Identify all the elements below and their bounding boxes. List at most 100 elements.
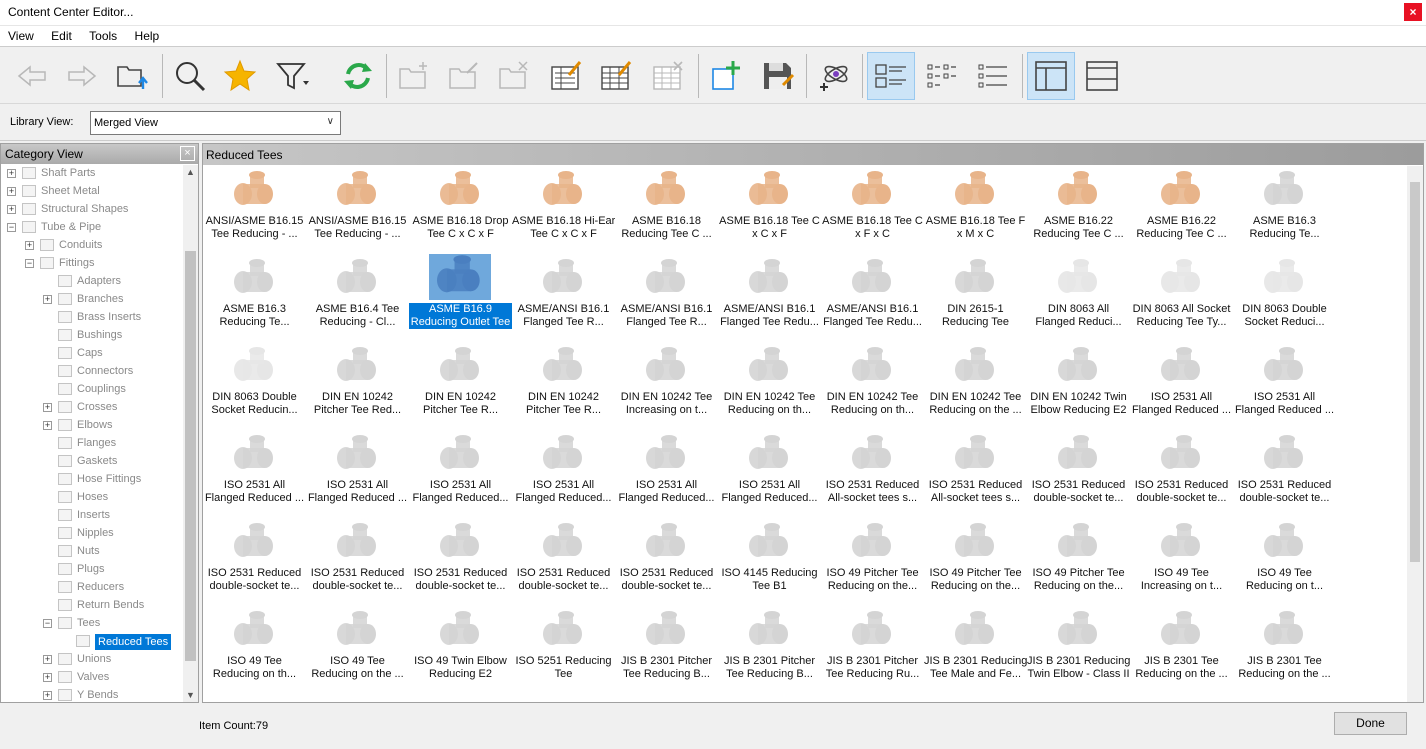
up-folder-button[interactable] <box>108 52 156 100</box>
family-item[interactable]: ASME B16.18 Reducing Tee C ... <box>615 166 718 254</box>
family-item[interactable]: ISO 2531 All Flanged Reduced... <box>718 430 821 518</box>
expand-icon[interactable]: + <box>43 691 52 700</box>
family-item[interactable]: ISO 2531 Reduced double-socket te... <box>1130 430 1233 518</box>
expand-icon[interactable]: + <box>7 205 16 214</box>
filter-button[interactable] <box>268 52 316 100</box>
tree-item[interactable]: Hose Fittings <box>1 471 183 489</box>
tree-item[interactable]: Connectors <box>1 363 183 381</box>
scroll-down-icon[interactable]: ▼ <box>183 690 198 700</box>
tree-item[interactable]: Brass Inserts <box>1 309 183 327</box>
family-item[interactable]: JIS B 2301 Pitcher Tee Reducing B... <box>615 606 718 694</box>
family-item[interactable]: DIN EN 10242 Tee Reducing on the ... <box>924 342 1027 430</box>
tree-item[interactable]: + Sheet Metal <box>1 183 183 201</box>
favorites-button[interactable] <box>216 52 264 100</box>
library-view-select[interactable]: Merged View ∨ <box>90 111 341 135</box>
tree-item[interactable]: + Unions <box>1 651 183 669</box>
family-item[interactable]: DIN 8063 Double Socket Reduci... <box>1233 254 1336 342</box>
family-item[interactable]: ISO 2531 Reduced double-socket te... <box>615 518 718 606</box>
menu-edit[interactable]: Edit <box>43 26 72 43</box>
tree-item[interactable]: − Tees <box>1 615 183 633</box>
family-item[interactable]: ASME B16.22 Reducing Tee C ... <box>1027 166 1130 254</box>
tree-item[interactable]: Flanges <box>1 435 183 453</box>
tree-item[interactable]: Reduced Tees <box>1 633 183 651</box>
family-item[interactable]: ASME B16.3 Reducing Te... <box>1233 166 1336 254</box>
expand-icon[interactable]: + <box>43 421 52 430</box>
expand-icon[interactable]: + <box>25 241 34 250</box>
family-item[interactable]: JIS B 2301 Tee Reducing on the ... <box>1130 606 1233 694</box>
search-button[interactable] <box>166 52 214 100</box>
family-item[interactable]: ISO 2531 Reduced double-socket te... <box>306 518 409 606</box>
tree-item[interactable]: Inserts <box>1 507 183 525</box>
family-item[interactable]: ASME B16.18 Tee C x C x F <box>718 166 821 254</box>
family-item[interactable]: ISO 2531 Reduced All-socket tees s... <box>821 430 924 518</box>
family-item[interactable]: DIN 8063 All Socket Reducing Tee Ty... <box>1130 254 1233 342</box>
tree-item[interactable]: Nuts <box>1 543 183 561</box>
tree-item[interactable]: + Conduits <box>1 237 183 255</box>
family-item[interactable]: ISO 49 Twin Elbow Reducing E2 <box>409 606 512 694</box>
family-item[interactable]: ASME B16.18 Drop Tee C x C x F <box>409 166 512 254</box>
expand-icon[interactable]: + <box>43 403 52 412</box>
details-view-button[interactable] <box>969 52 1017 100</box>
tree-item[interactable]: + Shaft Parts <box>1 165 183 183</box>
tree-item[interactable]: Caps <box>1 345 183 363</box>
new-family-button[interactable] <box>390 52 438 100</box>
menu-view[interactable]: View <box>0 26 34 43</box>
scrollbar-thumb[interactable] <box>185 251 196 661</box>
tree-item[interactable]: + Branches <box>1 291 183 309</box>
family-item[interactable]: ISO 2531 All Flanged Reduced ... <box>306 430 409 518</box>
family-item[interactable]: DIN EN 10242 Pitcher Tee R... <box>512 342 615 430</box>
family-item[interactable]: ISO 49 Pitcher Tee Reducing on the... <box>821 518 924 606</box>
family-item[interactable]: ASME B16.3 Reducing Te... <box>203 254 306 342</box>
family-item[interactable]: ASME/ANSI B16.1 Flanged Tee Redu... <box>718 254 821 342</box>
large-icons-view-button[interactable] <box>867 52 915 100</box>
family-item[interactable]: ISO 49 Tee Reducing on t... <box>1233 518 1336 606</box>
tree-item[interactable]: Reducers <box>1 579 183 597</box>
family-item[interactable]: ASME B16.22 Reducing Tee C ... <box>1130 166 1233 254</box>
tree-item[interactable]: + Valves <box>1 669 183 687</box>
family-item[interactable]: ASME B16.18 Hi-Ear Tee C x C x F <box>512 166 615 254</box>
family-item[interactable]: ASME B16.9 Reducing Outlet Tee <box>409 254 512 342</box>
family-item[interactable]: JIS B 2301 Pitcher Tee Reducing B... <box>718 606 821 694</box>
close-icon[interactable]: × <box>180 146 195 161</box>
edit-family-button[interactable] <box>440 52 488 100</box>
refresh-button[interactable] <box>334 52 382 100</box>
family-item[interactable]: ISO 49 Pitcher Tee Reducing on the... <box>1027 518 1130 606</box>
family-item[interactable]: ISO 2531 Reduced double-socket te... <box>512 518 615 606</box>
family-item[interactable]: DIN EN 10242 Tee Reducing on th... <box>718 342 821 430</box>
tree-item[interactable]: Adapters <box>1 273 183 291</box>
menu-help[interactable]: Help <box>127 26 160 43</box>
expand-icon[interactable]: + <box>7 169 16 178</box>
publish-button[interactable] <box>810 52 858 100</box>
new-library-button[interactable] <box>702 52 750 100</box>
tree-item[interactable]: Hoses <box>1 489 183 507</box>
family-item[interactable]: ISO 49 Pitcher Tee Reducing on the... <box>924 518 1027 606</box>
family-item[interactable]: ISO 2531 All Flanged Reduced ... <box>1233 342 1336 430</box>
delete-family-button[interactable] <box>490 52 538 100</box>
collapse-icon[interactable]: − <box>25 259 34 268</box>
tree-item[interactable]: Gaskets <box>1 453 183 471</box>
family-item[interactable]: ISO 2531 Reduced double-socket te... <box>203 518 306 606</box>
family-properties-button[interactable] <box>542 52 590 100</box>
tree-item[interactable]: − Tube & Pipe <box>1 219 183 237</box>
tree-item[interactable]: + Crosses <box>1 399 183 417</box>
family-item[interactable]: ANSI/ASME B16.15 Tee Reducing - ... <box>203 166 306 254</box>
family-item[interactable]: JIS B 2301 Reducing Twin Elbow - Class I… <box>1027 606 1130 694</box>
tree-item[interactable]: Return Bends <box>1 597 183 615</box>
family-item[interactable]: ISO 49 Tee Reducing on th... <box>203 606 306 694</box>
family-item[interactable]: ASME/ANSI B16.1 Flanged Tee R... <box>512 254 615 342</box>
family-item[interactable]: ISO 2531 Reduced double-socket te... <box>409 518 512 606</box>
family-item[interactable]: DIN 8063 Double Socket Reducin... <box>203 342 306 430</box>
scrollbar-thumb[interactable] <box>1410 182 1420 562</box>
family-item[interactable]: ANSI/ASME B16.15 Tee Reducing - ... <box>306 166 409 254</box>
back-button[interactable] <box>8 52 56 100</box>
table-view-toggle[interactable] <box>1078 52 1126 100</box>
tree-item[interactable]: Couplings <box>1 381 183 399</box>
family-item[interactable]: ISO 2531 All Flanged Reduced ... <box>203 430 306 518</box>
scroll-up-icon[interactable]: ▲ <box>183 167 198 177</box>
family-item[interactable]: ISO 2531 Reduced All-socket tees s... <box>924 430 1027 518</box>
family-item[interactable]: JIS B 2301 Reducing Tee Male and Fe... <box>924 606 1027 694</box>
family-item[interactable]: DIN EN 10242 Pitcher Tee R... <box>409 342 512 430</box>
family-item[interactable]: ISO 49 Tee Increasing on t... <box>1130 518 1233 606</box>
tree-item[interactable]: + Elbows <box>1 417 183 435</box>
family-item[interactable]: JIS B 2301 Tee Reducing on the ... <box>1233 606 1336 694</box>
